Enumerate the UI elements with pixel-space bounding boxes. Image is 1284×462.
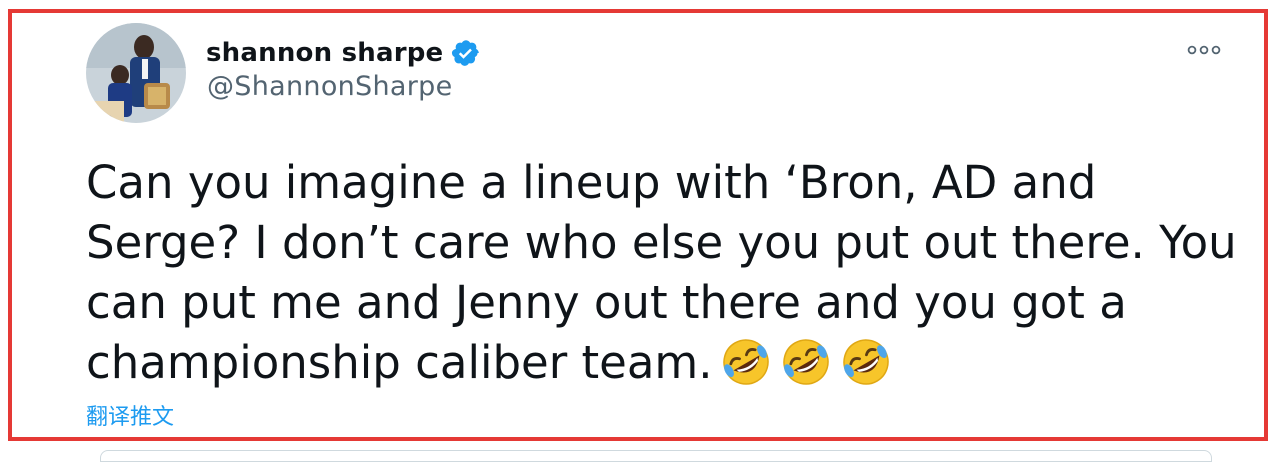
tweet-text-line: Can you imagine a lineup with ‘Bron, AD …: [86, 156, 1097, 209]
translate-tweet-link[interactable]: 翻译推文: [86, 399, 174, 431]
rolling-on-floor-laughing-icon: [779, 335, 833, 389]
author-handle[interactable]: @ShannonSharpe: [207, 71, 453, 102]
next-card-edge: [100, 450, 1212, 462]
tweet-text-line: championship caliber team.: [86, 336, 713, 389]
emoji-group: [719, 335, 899, 389]
tweet-card-highlight: shannon sharpe @ShannonSharpe Can you im…: [8, 9, 1268, 441]
tweet-text-line-last: championship caliber team.: [86, 333, 1236, 393]
author-name-row[interactable]: shannon sharpe: [206, 33, 481, 73]
tweet-text-line: Serge? I don’t care who else you put out…: [86, 216, 1237, 269]
avatar[interactable]: [86, 23, 186, 123]
rolling-on-floor-laughing-icon: [719, 335, 773, 389]
author-display-name[interactable]: shannon sharpe: [206, 38, 443, 68]
tweet-text-line: can put me and Jenny out there and you g…: [86, 276, 1127, 329]
verified-badge-icon: [451, 38, 481, 68]
more-options-button[interactable]: [1184, 35, 1224, 65]
rolling-on-floor-laughing-icon: [839, 335, 893, 389]
avatar-photo: [86, 23, 186, 123]
tweet-text: Can you imagine a lineup with ‘Bron, AD …: [86, 153, 1237, 393]
more-horizontal-icon: [1187, 45, 1221, 55]
